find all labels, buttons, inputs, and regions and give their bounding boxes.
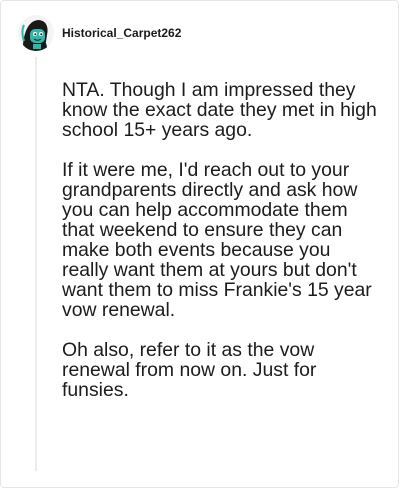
comment-paragraph: NTA. Though I am impressed they know the… [62,79,377,141]
comment-card: Historical_Carpet262 NTA. Though I am im… [0,0,399,488]
comment-author-username[interactable]: Historical_Carpet262 [62,26,181,40]
comment-body: NTA. Though I am impressed they know the… [62,80,382,400]
snoo-avatar-icon[interactable] [18,15,54,51]
thread-collapse-line[interactable] [35,57,37,471]
comment-paragraph: If it were me, I'd reach out to your gra… [62,159,372,321]
comment-header: Historical_Carpet262 [18,15,181,51]
comment-paragraph: Oh also, refer to it as the vow renewal … [62,339,317,401]
